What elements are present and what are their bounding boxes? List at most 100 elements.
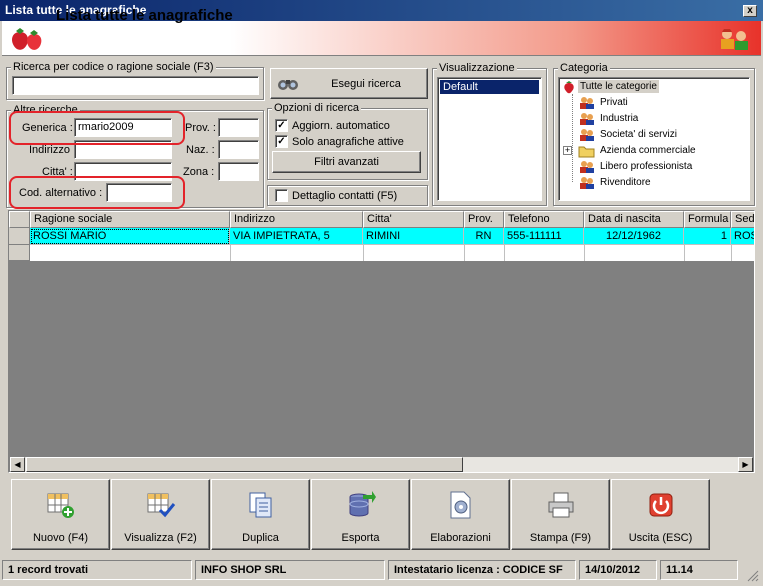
binoculars-icon [278,80,298,90]
grid-divider [731,245,732,261]
row-indicator [9,228,30,245]
folder-icon [578,146,595,158]
active-only-label: Solo anagrafiche attive [292,136,404,148]
view-group-label: Visualizzazione [437,62,517,74]
advanced-filters-button[interactable]: Filtri avanzati [272,151,421,173]
processing-button-label: Elaborazioni [430,532,491,544]
new-button-label: Nuovo (F4) [32,532,89,544]
strawberry-logo-icon [12,28,42,50]
view-button[interactable]: Visualizza (F2) [111,479,210,550]
search-options-group-label: Opzioni di ricerca [272,102,361,114]
table-row-empty[interactable] [30,245,754,261]
duplicate-icon [249,492,272,518]
auto-update-label: Aggiorn. automatico [292,120,390,132]
header-banner [2,21,761,56]
close-button[interactable]: x [743,5,757,17]
search-input[interactable] [12,76,259,95]
highlight-outline-generica [9,111,185,145]
scroll-right-button[interactable]: ▶ [738,457,753,472]
prov-input[interactable] [218,118,259,137]
results-grid[interactable]: Ragione sociale Indirizzo Citta' Prov. T… [8,210,755,473]
exit-button-label: Uscita (ESC) [628,532,693,544]
people-icon [580,177,594,189]
status-license: Intestatario licenza : CODICE SF [388,560,576,580]
prov-label: Prov. : [185,122,216,134]
row-indicator [9,245,30,261]
expand-toggle[interactable]: + [563,146,572,155]
grid-divider [684,245,685,261]
cell-formula[interactable]: 1 [684,228,731,245]
grid-divider [504,245,505,261]
naz-label: Naz. : [186,144,215,156]
printer-icon [548,492,574,518]
category-item-privati[interactable]: Privati [600,96,628,110]
view-item-default[interactable]: Default [440,80,539,94]
column-header-indirizzo[interactable]: Indirizzo [230,211,363,228]
cell-sede[interactable]: ROS [731,228,754,245]
resize-grip-icon[interactable] [745,568,759,582]
active-only-checkbox[interactable]: ✓ [275,135,288,148]
column-header-ragione-sociale[interactable]: Ragione sociale [30,211,230,228]
export-button[interactable]: Esporta [311,479,410,550]
column-header-prov[interactable]: Prov. [464,211,504,228]
cell-ragione-sociale[interactable]: ROSSI MARIO [30,228,230,245]
category-group-label: Categoria [558,62,610,74]
new-button[interactable]: Nuovo (F4) [11,479,110,550]
grid-divider [584,245,585,261]
print-button[interactable]: Stampa (F9) [511,479,610,550]
category-root[interactable]: Tutte le categorie [578,80,659,93]
duplicate-button-label: Duplica [242,532,279,544]
people-icon [580,161,594,173]
scroll-thumb[interactable] [26,457,463,472]
document-gear-icon [450,491,471,519]
search-group-label: Ricerca per codice o ragione sociale (F3… [11,61,216,73]
users-group-icon [721,29,748,50]
execute-search-label: Esegui ricerca [331,78,401,90]
column-header-data-nascita[interactable]: Data di nascita [584,211,684,228]
processing-button[interactable]: Elaborazioni [411,479,510,550]
auto-update-checkbox[interactable]: ✓ [275,119,288,132]
exit-button[interactable]: Uscita (ESC) [611,479,710,550]
view-listbox[interactable]: Default [437,77,542,201]
scroll-left-button[interactable]: ◀ [10,457,25,472]
export-button-label: Esporta [341,532,380,544]
category-item-libero-professionista[interactable]: Libero professionista [600,160,692,174]
category-item-industria[interactable]: Industria [600,112,638,126]
cell-prov[interactable]: RN [464,228,504,245]
view-record-icon [147,493,176,518]
page-title: Lista tutte le anagrafiche [56,7,233,24]
contact-detail-checkbox[interactable] [275,189,288,202]
naz-input[interactable] [218,140,259,159]
column-header-sede[interactable]: Sede [731,211,754,228]
horizontal-scrollbar[interactable]: ◀ ▶ [10,457,753,472]
category-item-servizi[interactable]: Societa' di servizi [600,128,677,142]
column-header-telefono[interactable]: Telefono [504,211,584,228]
grid-corner [9,211,30,228]
highlight-outline-cod-alternativo [9,176,185,209]
zona-input[interactable] [218,162,259,181]
view-button-label: Visualizza (F2) [124,532,197,544]
execute-search-button[interactable]: Esegui ricerca [270,68,428,99]
duplicate-button[interactable]: Duplica [211,479,310,550]
cell-citta[interactable]: RIMINI [363,228,464,245]
contact-detail-label: Dettaglio contatti (F5) [292,190,398,202]
column-header-formula[interactable]: Formula [684,211,731,228]
category-item-rivenditore[interactable]: Rivenditore [600,176,651,190]
grid-divider [363,245,364,261]
column-header-citta[interactable]: Citta' [363,211,464,228]
tree-line [572,94,573,182]
people-icon [580,97,594,109]
people-icon [580,129,594,141]
status-company: INFO SHOP SRL [195,560,385,580]
people-icon [580,113,594,125]
status-records: 1 record trovati [2,560,192,580]
grid-divider [230,245,231,261]
cell-data-nascita[interactable]: 12/12/1962 [584,228,684,245]
zona-label: Zona : [183,166,215,178]
category-tree[interactable]: Tutte le categorie Privati Industria Soc… [558,77,750,201]
category-item-azienda-commerciale[interactable]: Azienda commerciale [600,144,696,158]
status-date: 14/10/2012 [579,560,657,580]
cell-telefono[interactable]: 555-111111 [504,228,584,245]
cell-indirizzo[interactable]: VIA IMPIETRATA, 5 [230,228,363,245]
grid-divider [464,245,465,261]
